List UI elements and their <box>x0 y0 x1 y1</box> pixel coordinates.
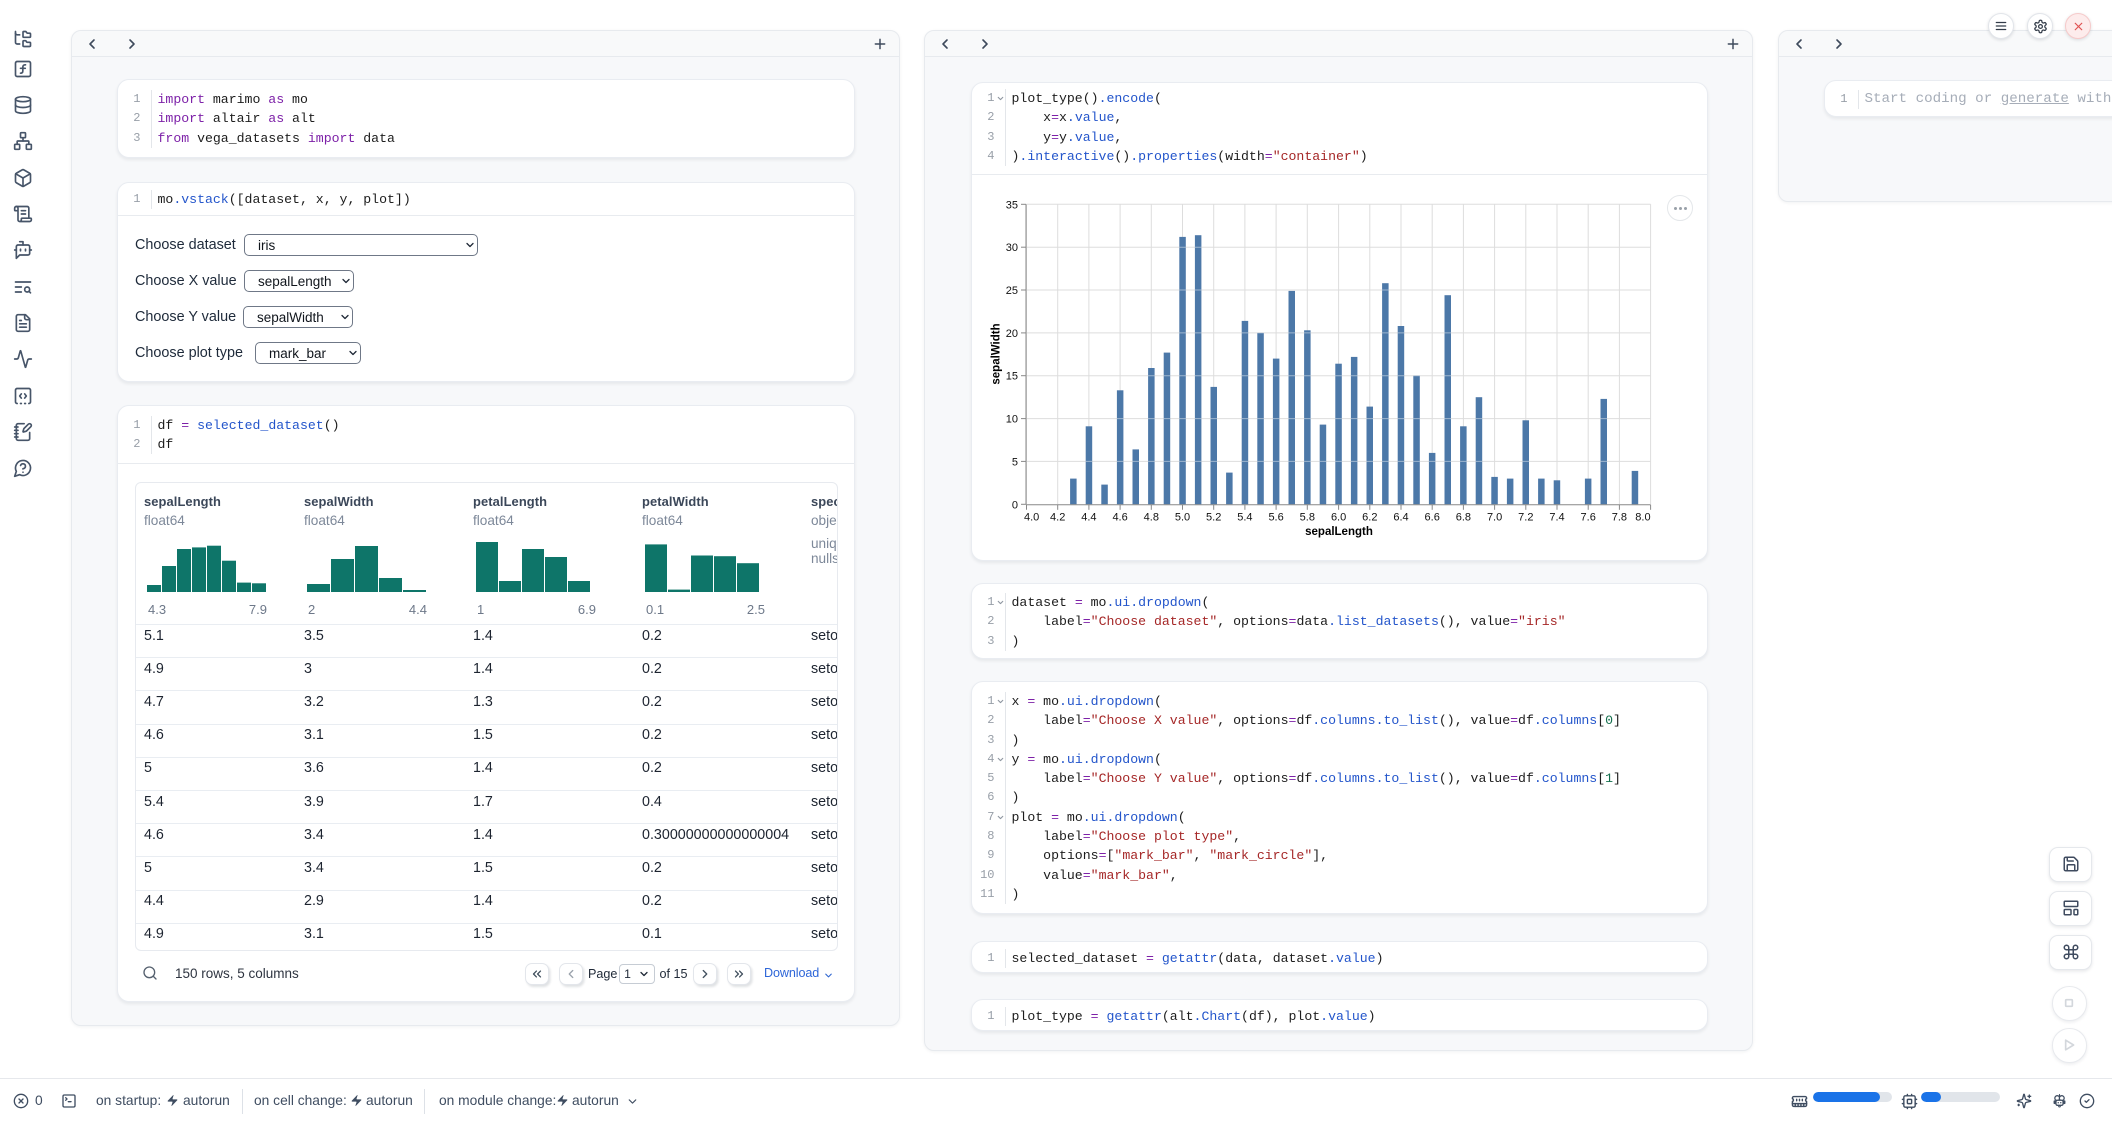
svg-text:7.4: 7.4 <box>1549 512 1564 524</box>
svg-text:6.6: 6.6 <box>1425 512 1440 524</box>
svg-text:10: 10 <box>1006 414 1018 426</box>
svg-text:6.2: 6.2 <box>1362 512 1377 524</box>
svg-text:7.2: 7.2 <box>1518 512 1533 524</box>
svg-text:30: 30 <box>1006 242 1018 254</box>
svg-text:7.0: 7.0 <box>1487 512 1502 524</box>
svg-text:sepalWidth: sepalWidth <box>991 323 1003 384</box>
svg-text:5.0: 5.0 <box>1175 512 1190 524</box>
svg-text:4.4: 4.4 <box>1081 512 1096 524</box>
svg-text:15: 15 <box>1006 371 1018 383</box>
svg-text:7.8: 7.8 <box>1612 512 1627 524</box>
svg-text:8.0: 8.0 <box>1635 512 1650 524</box>
svg-text:6.4: 6.4 <box>1393 512 1408 524</box>
svg-text:7.6: 7.6 <box>1581 512 1596 524</box>
svg-text:6.0: 6.0 <box>1331 512 1346 524</box>
svg-text:6.8: 6.8 <box>1456 512 1471 524</box>
svg-text:5: 5 <box>1012 456 1018 468</box>
svg-text:4.0: 4.0 <box>1024 512 1039 524</box>
svg-text:5.2: 5.2 <box>1206 512 1221 524</box>
svg-text:sepalLength: sepalLength <box>1305 526 1373 538</box>
svg-text:4.8: 4.8 <box>1144 512 1159 524</box>
svg-text:4.2: 4.2 <box>1050 512 1065 524</box>
svg-text:4.6: 4.6 <box>1112 512 1127 524</box>
svg-text:5.8: 5.8 <box>1300 512 1315 524</box>
svg-text:5.6: 5.6 <box>1268 512 1283 524</box>
svg-text:5.4: 5.4 <box>1237 512 1252 524</box>
svg-text:0: 0 <box>1012 499 1018 511</box>
svg-text:20: 20 <box>1006 328 1018 340</box>
svg-text:25: 25 <box>1006 285 1018 297</box>
svg-text:35: 35 <box>1006 199 1018 211</box>
